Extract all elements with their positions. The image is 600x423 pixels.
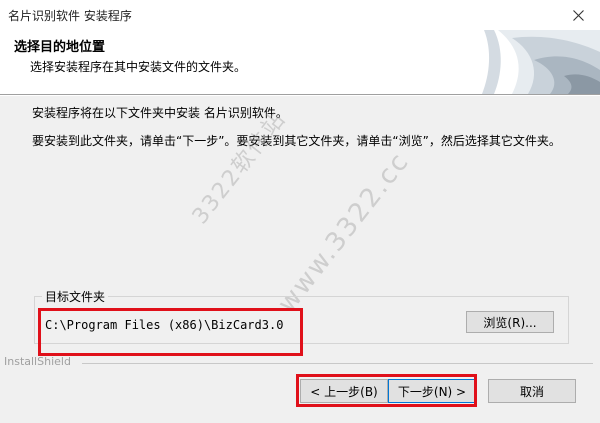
installshield-banner-graphic xyxy=(464,30,600,94)
destination-folder-label: 目标文件夹 xyxy=(42,288,109,305)
watermark-site-name: 3322软件站 xyxy=(187,106,292,230)
install-location-text: 安装程序将在以下文件夹中安装 名片识别软件。 xyxy=(32,106,288,120)
title-bar: 名片识别软件 安装程序 xyxy=(0,0,600,30)
cancel-button[interactable]: 取消 xyxy=(488,379,576,403)
close-button[interactable] xyxy=(556,0,600,30)
browse-button[interactable]: 浏览(R)... xyxy=(466,311,554,333)
page-title: 选择目的地位置 xyxy=(14,40,106,55)
watermark-url: www.3322.cc xyxy=(272,146,416,319)
page-subtitle: 选择安装程序在其中安装文件的文件夹。 xyxy=(30,60,247,74)
path-highlight-annotation xyxy=(38,308,303,356)
header-divider-highlight xyxy=(0,95,600,96)
button-highlight-annotation xyxy=(296,374,477,407)
instruction-text: 要安装到此文件夹，请单击“下一步”。要安装到其它文件夹，请单击“浏览”，然后选择… xyxy=(32,134,561,148)
header-banner: 选择目的地位置 选择安装程序在其中安装文件的文件夹。 xyxy=(0,30,600,94)
installer-window: 名片识别软件 安装程序 选择目的地位置 选择安装程序在其中安装文件的文件夹。 安… xyxy=(0,0,600,423)
close-icon xyxy=(572,9,584,21)
installshield-brand: InstallShield xyxy=(4,355,71,368)
footer-divider xyxy=(82,363,593,364)
window-title: 名片识别软件 安装程序 xyxy=(8,9,132,23)
